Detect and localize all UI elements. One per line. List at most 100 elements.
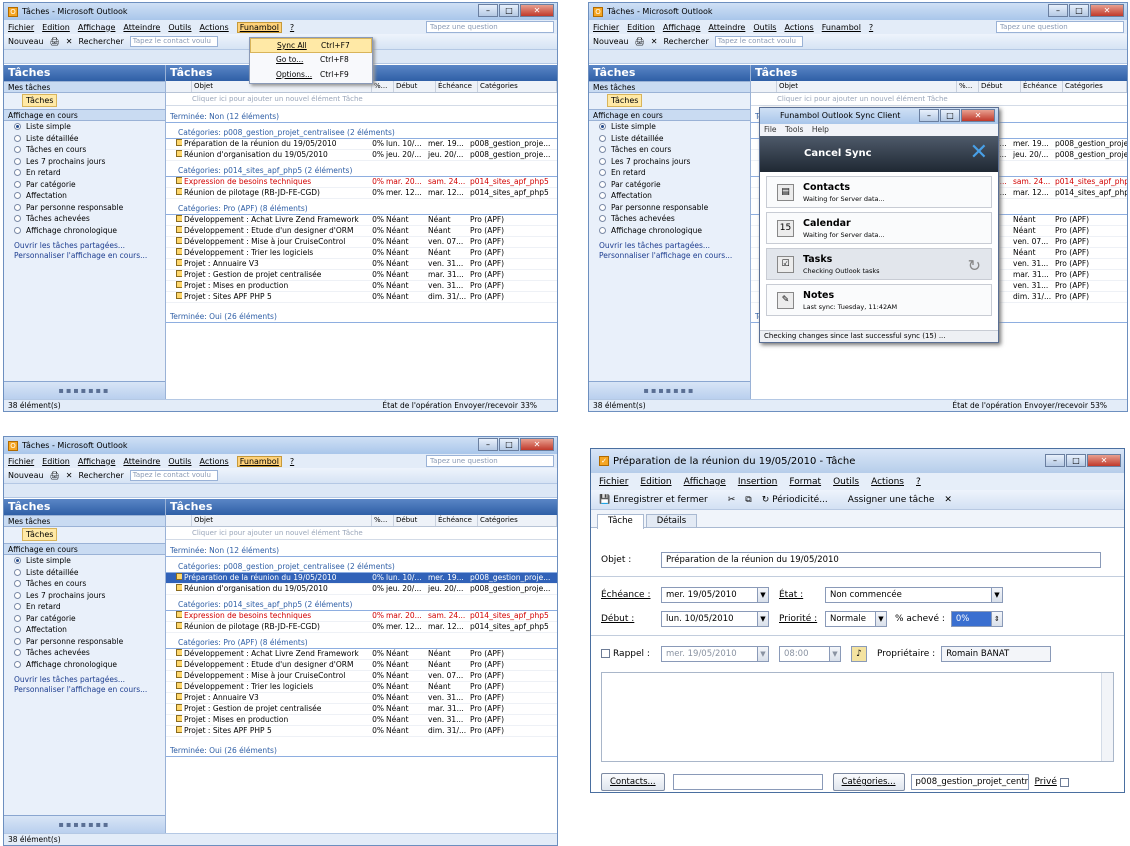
- col-pct[interactable]: %...: [372, 515, 394, 526]
- table-row[interactable]: Développement : Mise à jour CruiseContro…: [166, 671, 557, 682]
- category-group[interactable]: Catégories: p014_sites_apf_php5 (2 éléme…: [166, 165, 557, 177]
- copy-icon[interactable]: ⧉: [745, 495, 751, 505]
- new-task-row[interactable]: Cliquer ici pour ajouter un nouvel éléme…: [166, 93, 557, 106]
- view-option[interactable]: Tâches achevées: [4, 647, 165, 659]
- menu-actions[interactable]: Actions: [199, 23, 228, 32]
- reminder-date-select[interactable]: mer. 19/05/2010 ▼: [661, 646, 769, 662]
- new-task-row[interactable]: Cliquer ici pour ajouter un nouvel éléme…: [166, 527, 557, 540]
- table-row[interactable]: Développement : Mise à jour CruiseContro…: [166, 237, 557, 248]
- view-option[interactable]: Affectation: [4, 190, 165, 202]
- menu-affichage[interactable]: Affichage: [78, 23, 116, 32]
- menu-affichage[interactable]: Affichage: [78, 457, 116, 466]
- view-option[interactable]: En retard: [4, 601, 165, 613]
- goto-item[interactable]: Go to... Ctrl+F8: [250, 53, 372, 68]
- menu-funambol[interactable]: Funambol: [236, 21, 282, 33]
- view-option[interactable]: Par personne responsable: [589, 202, 750, 214]
- view-option[interactable]: Liste détaillée: [4, 567, 165, 579]
- menu-atteindre[interactable]: Atteindre: [123, 457, 160, 466]
- view-option[interactable]: Liste simple: [4, 555, 165, 567]
- view-option[interactable]: Tâches en cours: [4, 578, 165, 590]
- table-row[interactable]: Développement : Trier les logiciels0%Néa…: [166, 248, 557, 259]
- nav-buttons[interactable]: ▪▪▪▪▪▪▪: [589, 381, 750, 399]
- tab-details[interactable]: Détails: [645, 514, 698, 527]
- menu-outils[interactable]: Outils: [753, 23, 776, 32]
- group-open[interactable]: Terminée: Non (12 éléments): [166, 545, 557, 557]
- nav-tasks-folder[interactable]: Tâches: [4, 527, 165, 543]
- table-row[interactable]: Développement : Achat Livre Zend Framewo…: [166, 649, 557, 660]
- close-button[interactable]: ✕: [520, 438, 554, 451]
- menu-actions[interactable]: Actions: [199, 457, 228, 466]
- col-categories[interactable]: Catégories: [478, 515, 557, 526]
- group-done[interactable]: Terminée: Oui (26 éléments): [166, 311, 557, 323]
- menu-help[interactable]: ?: [869, 23, 873, 32]
- menu-fichier[interactable]: Fichier: [8, 23, 34, 32]
- view-option[interactable]: Affectation: [4, 624, 165, 636]
- table-row[interactable]: Développement : Etude d'un designer d'OR…: [166, 226, 557, 237]
- col-pct[interactable]: %...: [957, 81, 979, 92]
- view-option[interactable]: En retard: [589, 167, 750, 179]
- minimize-button[interactable]: –: [1048, 4, 1068, 17]
- table-row[interactable]: Projet : Mises en production 0%Néant ven. …: [166, 281, 557, 292]
- search-button[interactable]: Rechercher: [663, 37, 708, 46]
- maximize-button[interactable]: □: [1069, 4, 1089, 17]
- view-option[interactable]: Par personne responsable: [4, 202, 165, 214]
- table-row[interactable]: Réunion d'organisation du 19/05/20100%je…: [166, 150, 557, 161]
- view-option[interactable]: Liste simple: [4, 121, 165, 133]
- table-row[interactable]: Projet : Gestion de projet centralisée 0%…: [166, 270, 557, 281]
- category-group[interactable]: Catégories: Pro (APF) (8 éléments): [166, 637, 557, 649]
- current-view-section[interactable]: Affichage en cours: [4, 109, 165, 121]
- col-echeance[interactable]: Échéance: [436, 515, 478, 526]
- menu-outils[interactable]: Outils: [833, 477, 859, 487]
- customize-view-link[interactable]: Personnaliser l'affichage en cours...: [589, 251, 750, 261]
- sync-menu-help[interactable]: Help: [812, 125, 829, 134]
- maximize-button[interactable]: □: [1066, 454, 1086, 467]
- state-select[interactable]: Non commencée ▼: [825, 587, 1003, 603]
- col-categories[interactable]: Catégories: [1063, 81, 1127, 92]
- col-echeance[interactable]: Échéance: [436, 81, 478, 92]
- new-task-row[interactable]: Cliquer ici pour ajouter un nouvel éléme…: [751, 93, 1127, 106]
- close-button[interactable]: ✕: [520, 4, 554, 17]
- col-objet[interactable]: Objet: [192, 515, 372, 526]
- menu-fichier[interactable]: Fichier: [593, 23, 619, 32]
- priority-select[interactable]: Normale ▼: [825, 611, 887, 627]
- notes-area[interactable]: [601, 672, 1114, 762]
- table-row[interactable]: Expression de besoins techniques 0%mar. 2…: [166, 177, 557, 188]
- table-row[interactable]: Réunion de pilotage (RB-JD-FE-CGD) 0%mer.…: [166, 622, 557, 633]
- maximize-button[interactable]: □: [940, 109, 960, 122]
- view-option[interactable]: Tâches achevées: [589, 213, 750, 225]
- print-icon[interactable]: 🖨: [50, 471, 60, 480]
- view-option[interactable]: Affectation: [589, 190, 750, 202]
- delete-icon[interactable]: ✕: [651, 37, 658, 46]
- category-group[interactable]: Catégories: p008_gestion_projet_centrali…: [166, 561, 557, 573]
- menu-help[interactable]: ?: [916, 477, 921, 487]
- col-debut[interactable]: Début: [979, 81, 1021, 92]
- menu-affichage[interactable]: Affichage: [684, 477, 726, 487]
- view-option[interactable]: Par catégorie: [589, 179, 750, 191]
- my-tasks-section[interactable]: Mes tâches: [4, 81, 165, 93]
- category-group[interactable]: Catégories: Pro (APF) (8 éléments): [166, 203, 557, 215]
- view-option[interactable]: Tâches achevées: [4, 213, 165, 225]
- categories-input[interactable]: p008_gestion_projet_centralisee: [910, 774, 1029, 790]
- new-button[interactable]: Nouveau: [593, 37, 629, 46]
- sync-tasks[interactable]: ☑ Tasks Checking Outlook tasks ↻: [766, 248, 992, 280]
- menu-format[interactable]: Format: [789, 477, 821, 487]
- save-close-button[interactable]: 💾 Enregistrer et fermer: [599, 495, 718, 505]
- minimize-button[interactable]: –: [1045, 454, 1065, 467]
- current-view-section[interactable]: Affichage en cours: [4, 543, 165, 555]
- nav-buttons[interactable]: ▪▪▪▪▪▪▪: [4, 815, 165, 833]
- delete-icon[interactable]: ✕: [66, 37, 73, 46]
- table-row[interactable]: Projet : Mises en production 0%Néant ven. …: [166, 715, 557, 726]
- menu-fichier[interactable]: Fichier: [599, 477, 628, 487]
- recurrence-button[interactable]: ↻ Périodicité...: [762, 495, 838, 505]
- view-option[interactable]: Affichage chronologique: [4, 659, 165, 671]
- category-group[interactable]: Catégories: p008_gestion_projet_centrali…: [166, 127, 557, 139]
- cancel-sync-button[interactable]: Cancel Sync ✕: [760, 136, 998, 172]
- menu-funambol[interactable]: Funambol: [236, 455, 282, 467]
- sync-all-item[interactable]: Sync All Ctrl+F7: [250, 38, 372, 53]
- menu-atteindre[interactable]: Atteindre: [123, 23, 160, 32]
- view-option[interactable]: En retard: [4, 167, 165, 179]
- new-button[interactable]: Nouveau: [8, 37, 44, 46]
- maximize-button[interactable]: □: [499, 4, 519, 17]
- customize-view-link[interactable]: Personnaliser l'affichage en cours...: [4, 685, 165, 695]
- maximize-button[interactable]: □: [499, 438, 519, 451]
